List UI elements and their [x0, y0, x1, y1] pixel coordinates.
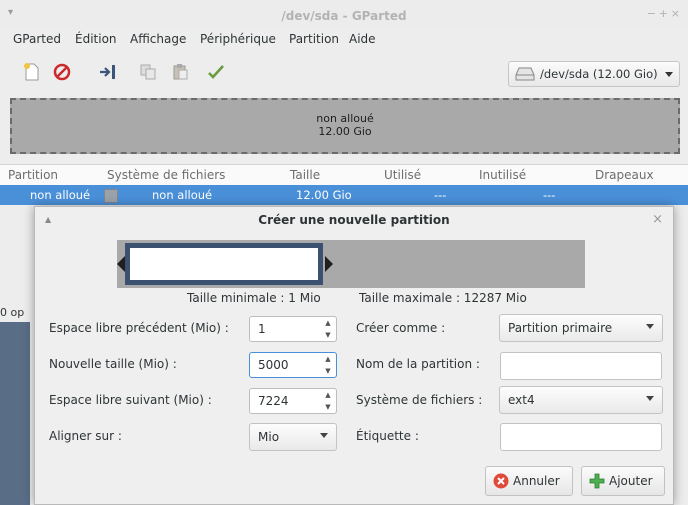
filesystem-label: Système de fichiers :	[356, 393, 483, 407]
right-handle-icon[interactable]	[325, 256, 333, 272]
row-used: ---	[434, 188, 447, 202]
diskmap-label: non alloué	[316, 112, 374, 125]
free-before-label: Espace libre précédent (Mio) :	[49, 321, 229, 335]
spin-down-icon[interactable]: ▼	[324, 366, 332, 377]
filesystem-color-icon	[104, 189, 118, 203]
align-combo[interactable]: Mio	[249, 423, 337, 451]
align-label: Aligner sur :	[49, 429, 122, 443]
chevron-down-icon	[320, 433, 328, 438]
close-icon[interactable]: ×	[671, 7, 680, 20]
diskmap-size: 12.00 Gio	[318, 125, 372, 138]
filesystem-value: ext4	[508, 393, 535, 407]
menu-edition[interactable]: Édition	[75, 32, 117, 46]
partition-name-input[interactable]	[500, 352, 662, 380]
dialog-close-icon[interactable]: ×	[652, 212, 663, 227]
background-panel	[0, 322, 30, 505]
menu-peripherique[interactable]: Périphérique	[200, 32, 276, 46]
filesystem-combo[interactable]: ext4	[499, 386, 663, 414]
label-label: Étiquette :	[356, 429, 419, 443]
new-size-label: Nouvelle taille (Mio) :	[49, 357, 177, 371]
align-value: Mio	[258, 430, 280, 444]
col-unused[interactable]: Inutilisé	[479, 168, 526, 182]
partition-slider[interactable]	[125, 243, 323, 285]
partition-name-label: Nom de la partition :	[356, 357, 480, 371]
maximize-icon[interactable]: +	[659, 7, 668, 20]
row-unused: ---	[543, 188, 556, 202]
col-filesystem[interactable]: Système de fichiers	[107, 168, 225, 182]
apply-icon[interactable]	[204, 60, 228, 84]
new-icon[interactable]	[20, 60, 44, 84]
row-partition: non alloué	[30, 188, 91, 202]
col-size[interactable]: Taille	[290, 168, 320, 182]
title-bar: ▾ /dev/sda - GParted − + ×	[0, 0, 688, 28]
add-icon	[589, 473, 605, 489]
partition-table-header: Partition Système de fichiers Taille Uti…	[0, 164, 688, 186]
spin-up-icon[interactable]: ▲	[324, 354, 332, 365]
status-bar: 0 op	[0, 306, 25, 319]
add-label: Ajouter	[609, 474, 653, 488]
free-after-spinner[interactable]: ▲ ▼	[249, 388, 337, 414]
cancel-label: Annuler	[513, 474, 560, 488]
label-input[interactable]	[500, 423, 662, 451]
col-partition[interactable]: Partition	[8, 168, 58, 182]
paste-icon[interactable]	[168, 60, 192, 84]
delete-icon[interactable]	[50, 60, 74, 84]
row-filesystem: non alloué	[152, 188, 213, 202]
menu-affichage[interactable]: Affichage	[130, 32, 186, 46]
min-size-label: Taille minimale : 1 Mio	[187, 291, 321, 305]
disk-graphic[interactable]: non alloué 12.00 Gio	[10, 98, 680, 154]
free-before-spinner[interactable]: ▲ ▼	[249, 316, 337, 342]
create-as-label: Créer comme :	[356, 321, 446, 335]
max-size-label: Taille maximale : 12287 Mio	[359, 291, 527, 305]
create-as-combo[interactable]: Partition primaire	[499, 314, 663, 342]
minimize-icon[interactable]: −	[647, 7, 656, 20]
free-after-label: Espace libre suivant (Mio) :	[49, 393, 212, 407]
add-button[interactable]: Ajouter	[581, 466, 665, 496]
free-after-input[interactable]	[250, 389, 332, 413]
row-size: 12.00 Gio	[296, 188, 352, 202]
menu-aide[interactable]: Aide	[349, 32, 376, 46]
toolbar: /dev/sda (12.00 Gio)	[0, 52, 688, 92]
new-size-input[interactable]	[250, 353, 332, 377]
cancel-icon	[493, 473, 509, 489]
menu-bar: GParted Édition Affichage Périphérique P…	[0, 28, 688, 50]
chevron-down-icon	[646, 396, 654, 401]
device-label: /dev/sda (12.00 Gio)	[540, 67, 658, 81]
disk-icon	[515, 67, 535, 81]
chevron-down-icon	[646, 324, 654, 329]
left-handle-icon[interactable]	[117, 256, 125, 272]
col-flags[interactable]: Drapeaux	[595, 168, 654, 182]
chevron-down-icon	[664, 71, 673, 77]
menu-gparted[interactable]: GParted	[13, 32, 61, 46]
table-row[interactable]: non alloué non alloué 12.00 Gio --- ---	[0, 185, 688, 205]
col-used[interactable]: Utilisé	[384, 168, 421, 182]
device-selector[interactable]: /dev/sda (12.00 Gio)	[508, 61, 680, 87]
copy-icon[interactable]	[136, 60, 160, 84]
cancel-button[interactable]: Annuler	[485, 466, 573, 496]
menu-partition[interactable]: Partition	[289, 32, 339, 46]
spin-down-icon[interactable]: ▼	[324, 402, 332, 413]
resize-icon[interactable]	[96, 60, 120, 84]
spin-down-icon[interactable]: ▼	[324, 330, 332, 341]
spin-up-icon[interactable]: ▲	[324, 390, 332, 401]
spin-up-icon[interactable]: ▲	[324, 318, 332, 329]
create-as-value: Partition primaire	[508, 321, 613, 335]
dialog-title: Créer une nouvelle partition	[258, 213, 450, 227]
window-title: /dev/sda - GParted	[281, 9, 407, 23]
create-partition-dialog: ▲ Créer une nouvelle partition × Taille …	[34, 206, 674, 505]
free-before-input[interactable]	[250, 317, 332, 341]
new-size-spinner[interactable]: ▲ ▼	[249, 352, 337, 378]
